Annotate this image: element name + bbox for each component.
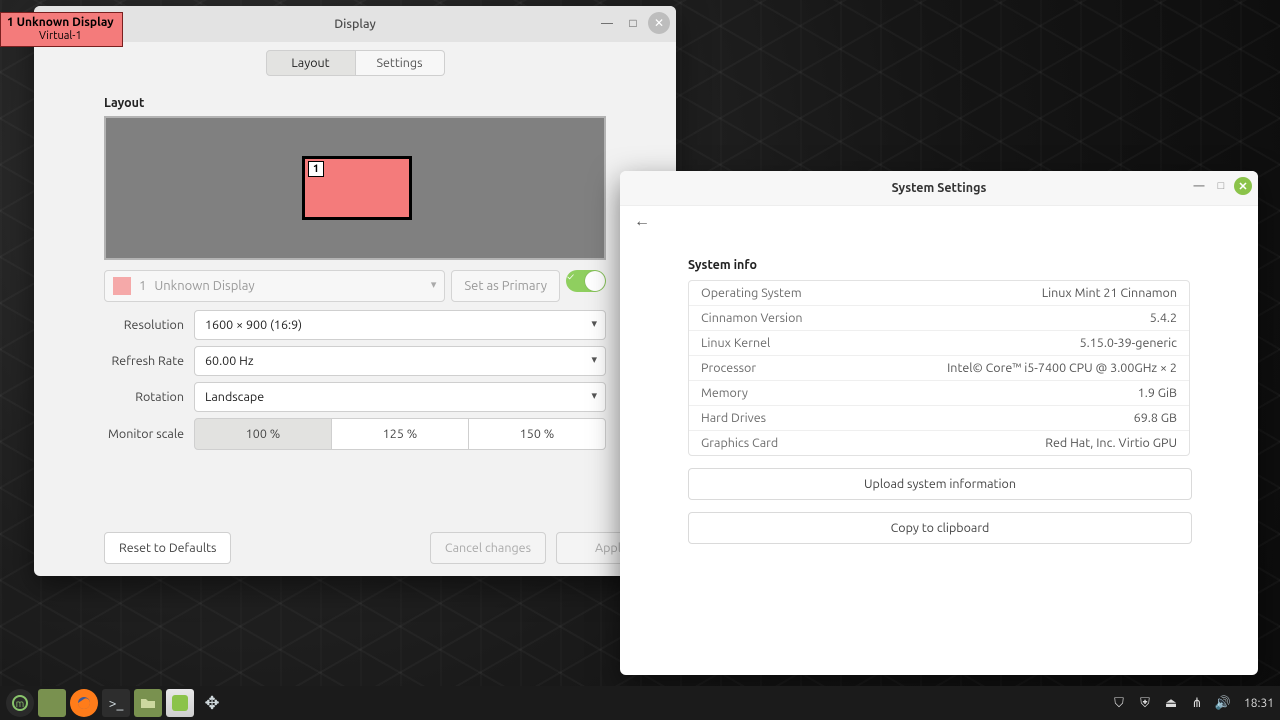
close-icon[interactable]: ✕ [1234,177,1252,195]
layout-section-label: Layout [104,96,606,110]
display-settings-window: Display — □ ✕ Layout Settings Layout 1 1… [34,6,676,576]
monitor-layout-preview[interactable]: 1 [104,116,606,260]
set-primary-button[interactable]: Set as Primary [451,270,560,302]
refresh-rate-label: Refresh Rate [104,354,184,368]
scale-125-button[interactable]: 125 % [332,418,468,450]
system-info-label: System info [688,258,1190,272]
info-row-cinnamon: Cinnamon Version 5.4.2 [689,306,1189,331]
system-info-list: Operating System Linux Mint 21 Cinnamon … [688,280,1190,456]
info-key: Hard Drives [701,411,766,425]
info-row-hard-drives: Hard Drives 69.8 GB [689,406,1189,431]
tray-volume-icon[interactable]: 🔊 [1214,696,1232,711]
tray-shield-icon[interactable]: ⛨ [1136,696,1154,711]
info-key: Linux Kernel [701,336,770,350]
info-key: Graphics Card [701,436,778,450]
scale-100-button[interactable]: 100 % [194,418,332,450]
minimize-icon[interactable]: — [1190,177,1208,195]
monitor-rect[interactable]: 1 [302,156,412,220]
display-color-swatch [113,277,131,295]
minimize-icon[interactable]: — [596,12,618,34]
info-value: 69.8 GB [1134,411,1177,425]
display-identifier-badge: 1 Unknown Display Virtual-1 [0,12,123,47]
tray-removable-icon[interactable]: ⏏ [1162,696,1180,711]
resolution-value: 1600 × 900 (16:9) [205,318,302,332]
upload-system-info-button[interactable]: Upload system information [688,468,1192,500]
taskbar: m >_ ✥ ⛉ ⛨ ⏏ ⋔ 🔊 18:31 [0,686,1280,720]
settings-back-row: ← [620,206,1258,236]
scale-150-button[interactable]: 150 % [468,418,606,450]
back-arrow-icon[interactable]: ← [634,212,650,231]
maximize-icon[interactable]: □ [1212,177,1230,195]
display-footer: Reset to Defaults Cancel changes Apply [104,532,666,564]
info-row-os: Operating System Linux Mint 21 Cinnamon [689,281,1189,306]
display-selector-index: 1 [139,279,146,293]
settings-window-title: System Settings [620,181,1258,195]
firefox-icon[interactable] [70,689,98,717]
system-tray: ⛉ ⛨ ⏏ ⋔ 🔊 18:31 [1110,696,1274,711]
settings-window-titlebar[interactable]: System Settings — □ ✕ [620,171,1258,206]
mint-menu-icon[interactable]: m [6,689,34,717]
info-row-memory: Memory 1.9 GiB [689,381,1189,406]
tab-layout[interactable]: Layout [266,50,356,76]
monitor-scale-group: 100 % 125 % 150 % [194,418,606,450]
info-key: Memory [701,386,748,400]
display-selector-name: Unknown Display [154,279,254,293]
info-row-graphics: Graphics Card Red Hat, Inc. Virtio GPU [689,431,1189,455]
display-tabs: Layout Settings [34,42,676,86]
info-value: Red Hat, Inc. Virtio GPU [1045,436,1177,450]
info-row-kernel: Linux Kernel 5.15.0-39-generic [689,331,1189,356]
info-row-processor: Processor Intel© Core™ i5-7400 CPU @ 3.0… [689,356,1189,381]
window-list-applet-icon[interactable]: ✥ [198,689,226,717]
terminal-icon[interactable]: >_ [102,689,130,717]
info-value: 1.9 GiB [1138,386,1177,400]
display-window-titlebar[interactable]: Display — □ ✕ [34,6,676,42]
maximize-icon[interactable]: □ [622,12,644,34]
refresh-rate-value: 60.00 Hz [205,354,254,368]
taskbar-clock[interactable]: 18:31 [1244,697,1274,710]
rotation-value: Landscape [205,390,264,404]
display-identifier-line2: Virtual-1 [7,30,114,43]
software-manager-icon[interactable] [166,689,194,717]
display-window-title: Display [34,17,676,31]
system-settings-window: System Settings — □ ✕ ← System info Oper… [620,171,1258,675]
reset-defaults-button[interactable]: Reset to Defaults [104,532,231,564]
info-value: Linux Mint 21 Cinnamon [1042,286,1177,300]
info-key: Processor [701,361,756,375]
info-value: 5.4.2 [1150,311,1177,325]
files-icon[interactable] [134,689,162,717]
info-value: Intel© Core™ i5-7400 CPU @ 3.00GHz × 2 [947,361,1177,375]
refresh-rate-dropdown[interactable]: 60.00 Hz [194,346,606,376]
display-identifier-line1: 1 Unknown Display [7,16,114,30]
tab-settings[interactable]: Settings [356,50,445,76]
rotation-label: Rotation [104,390,184,404]
display-enabled-toggle[interactable] [566,270,606,292]
info-key: Operating System [701,286,802,300]
resolution-dropdown[interactable]: 1600 × 900 (16:9) [194,310,606,340]
info-key: Cinnamon Version [701,311,803,325]
rotation-dropdown[interactable]: Landscape [194,382,606,412]
svg-text:m: m [16,698,25,709]
tray-network-icon[interactable]: ⋔ [1188,696,1206,711]
cancel-changes-button[interactable]: Cancel changes [430,532,546,564]
monitor-index-badge: 1 [308,161,324,177]
close-icon[interactable]: ✕ [648,12,670,34]
display-selector-dropdown[interactable]: 1 Unknown Display [104,270,445,302]
resolution-label: Resolution [104,318,184,332]
copy-to-clipboard-button[interactable]: Copy to clipboard [688,512,1192,544]
monitor-scale-label: Monitor scale [104,427,184,441]
info-value: 5.15.0-39-generic [1080,336,1177,350]
tray-update-icon[interactable]: ⛉ [1110,696,1128,711]
show-desktop-icon[interactable] [38,689,66,717]
